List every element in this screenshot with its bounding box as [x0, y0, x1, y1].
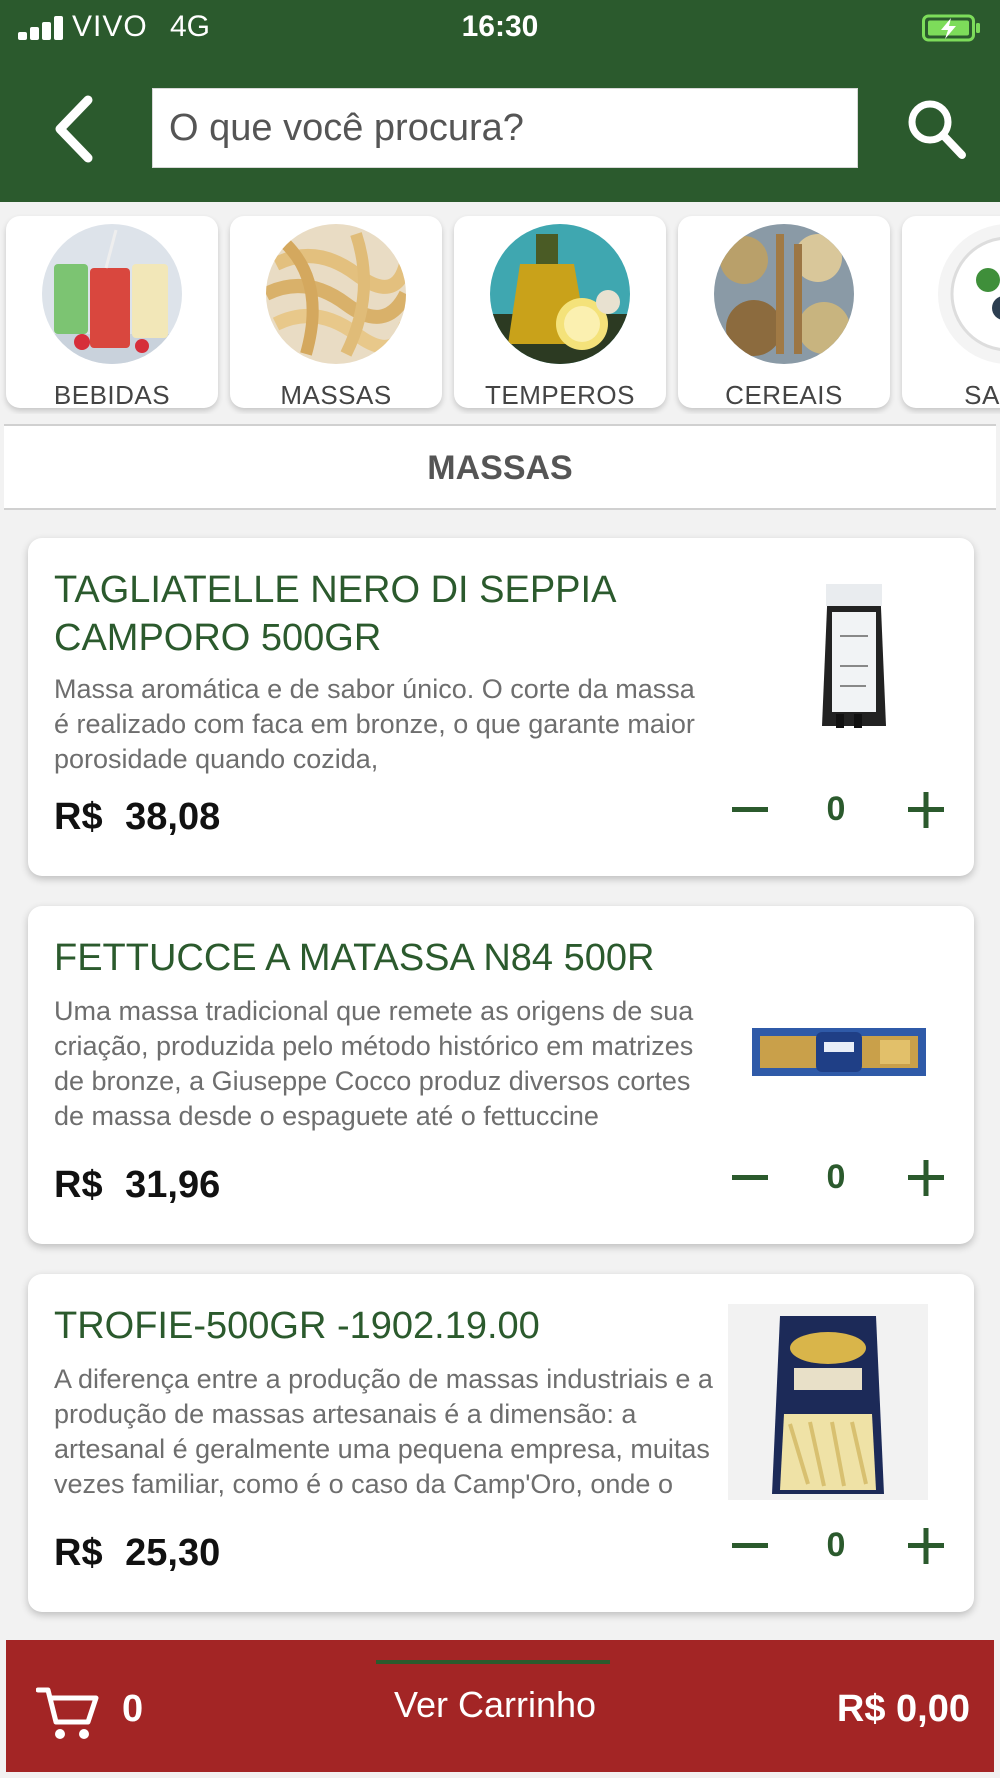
category-carousel[interactable]: BEBIDAS MASSAS TEMPEROS CEREAIS SA [0, 202, 1000, 414]
search-box [152, 88, 858, 168]
product-description: A diferença entre a produção de massas i… [54, 1364, 713, 1499]
view-cart-button[interactable]: Ver Carrinho [336, 1684, 654, 1736]
search-icon[interactable] [904, 94, 970, 166]
product-description: Uma massa tradicional que remete as orig… [54, 996, 694, 1131]
top-bar: VIVO 4G 16:30 [0, 0, 1000, 202]
product-name: FETTUCCE A MATASSA N84 500R [54, 937, 655, 979]
category-label: SALAD [964, 380, 1000, 408]
category-massas[interactable]: MASSAS [230, 216, 442, 408]
category-label: BEBIDAS [53, 380, 171, 408]
decrease-quantity-button[interactable] [728, 1524, 772, 1568]
category-saladas[interactable]: SALAD [902, 216, 1000, 408]
product-price: R$ 38,08 [54, 796, 221, 838]
category-cereais[interactable]: CEREAIS [678, 216, 890, 408]
category-label: TEMPEROS [485, 380, 635, 408]
cart-total: R$ 0,00 [836, 1688, 970, 1730]
battery-charging-icon [922, 14, 980, 42]
product-image [822, 584, 886, 728]
back-button[interactable] [44, 92, 110, 166]
product-price: R$ 25,30 [54, 1532, 221, 1574]
category-bebidas[interactable]: BEBIDAS [6, 216, 218, 408]
product-price: R$ 31,96 [54, 1164, 221, 1206]
status-bar: VIVO 4G 16:30 [0, 0, 1000, 56]
decrease-quantity-button[interactable] [728, 788, 772, 832]
product-image [728, 1304, 928, 1500]
product-card[interactable]: FETTUCCE A MATASSA N84 500R Uma massa tr… [28, 906, 974, 1244]
cart-indicator-line [376, 1660, 610, 1664]
product-card[interactable]: TAGLIATELLE NERO DI SEPPIA CAMPORO 500GR… [28, 538, 974, 876]
quantity-value: 0 [826, 1526, 846, 1564]
app-screen: VIVO 4G 16:30 O que você procura? BEBIDA… [0, 0, 1000, 1778]
cereais-image [714, 224, 854, 364]
category-label: MASSAS [280, 380, 392, 408]
increase-quantity-button[interactable] [904, 1524, 948, 1568]
quantity-value: 0 [826, 790, 846, 828]
increase-quantity-button[interactable] [904, 788, 948, 832]
section-title: MASSAS [4, 424, 996, 510]
bebidas-image [42, 224, 182, 364]
status-time: 16:30 [461, 10, 539, 43]
product-image [752, 1028, 926, 1076]
increase-quantity-button[interactable] [904, 1156, 948, 1200]
product-name: TAGLIATELLE NERO DI SEPPIA CAMPORO 500GR [54, 569, 615, 659]
cart-bar[interactable]: 0 Ver Carrinho R$ 0,00 [6, 1640, 994, 1772]
search-input[interactable] [153, 89, 857, 167]
category-temperos[interactable]: TEMPEROS [454, 216, 666, 408]
cart-item-count: 0 [122, 1688, 144, 1730]
decrease-quantity-button[interactable] [728, 1156, 772, 1200]
massas-image [266, 224, 406, 364]
saladas-image [938, 224, 1000, 364]
product-name: TROFIE-500GR -1902.19.00 [54, 1305, 540, 1347]
temperos-image [490, 224, 630, 364]
category-label: CEREAIS [725, 380, 843, 408]
product-description: Massa aromática e de sabor único. O cort… [54, 674, 695, 774]
product-card[interactable]: TROFIE-500GR -1902.19.00 A diferença ent… [28, 1274, 974, 1612]
cart-icon[interactable] [36, 1684, 100, 1744]
quantity-value: 0 [826, 1158, 846, 1196]
